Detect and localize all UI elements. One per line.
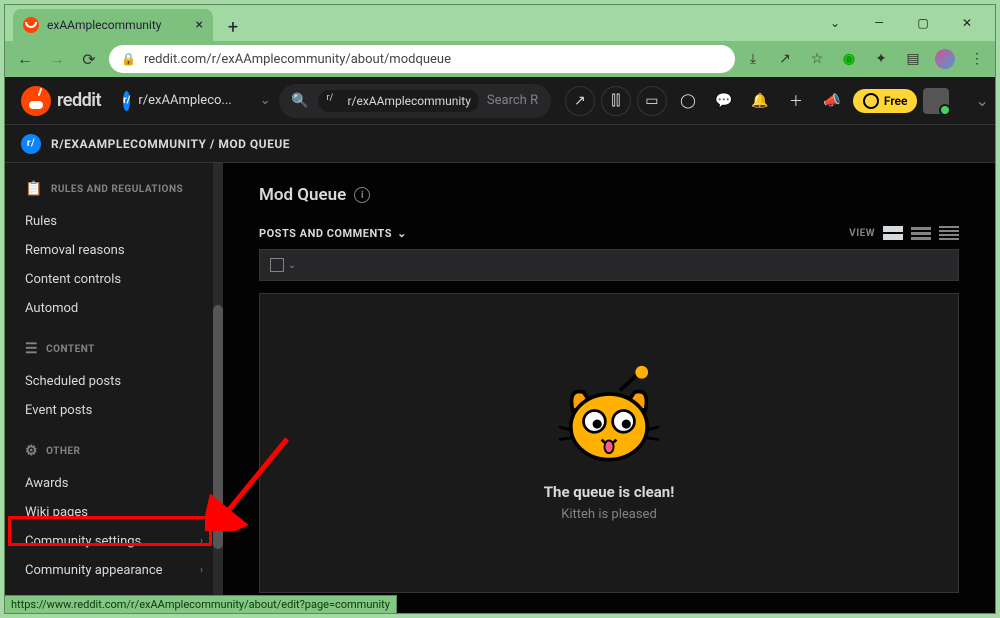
sidebar-section-rules: 📋 RULES AND REGULATIONS (5, 163, 223, 207)
sidebar-item-removal-reasons[interactable]: Removal reasons (5, 236, 223, 265)
section-title: CONTENT (46, 344, 95, 355)
section-title: OTHER (46, 446, 80, 457)
empty-state: The queue is clean! Kitteh is pleased (259, 293, 959, 593)
empty-state-title: The queue is clean! (544, 483, 675, 501)
user-menu[interactable]: ⌄ (923, 88, 988, 114)
address-bar[interactable]: 🔒 reddit.com/r/exAAmplecommunity/about/m… (109, 45, 735, 73)
notifications-icon[interactable]: 🔔 (745, 86, 775, 116)
share-icon[interactable]: ↗ (775, 49, 795, 69)
url-text: reddit.com/r/exAAmplecommunity/about/mod… (144, 52, 451, 67)
browser-menu-icon[interactable]: ⋮ (967, 49, 987, 69)
search-scope-label: r/exAAmplecommunity (347, 94, 470, 108)
community-dropdown[interactable]: r/ r/exAAmpleco... ⌄ (115, 87, 265, 115)
sidebar-item-awards[interactable]: Awards (5, 469, 223, 498)
video-icon[interactable]: ▭ (637, 86, 667, 116)
rules-icon: 📋 (25, 181, 43, 197)
grammarly-ext-icon[interactable]: ◉ (839, 49, 859, 69)
reddit-wordmark: reddit (57, 90, 101, 111)
community-icon: r/ (123, 91, 130, 111)
window-titlebar: exAAmplecommunity × + ⌄ — ▢ ✕ (5, 5, 995, 41)
chevron-down-icon: ⌄ (975, 91, 988, 110)
other-icon: ⚙ (25, 443, 38, 459)
reddit-favicon-icon (23, 17, 39, 33)
stats-icon[interactable]: ⫿⫿ (601, 86, 631, 116)
community-icon: r/ (326, 93, 342, 109)
page-title: Mod Queue i (259, 185, 959, 205)
tab-title: exAAmplecommunity (47, 18, 188, 32)
content-type-filter[interactable]: POSTS AND COMMENTS ⌄ (259, 227, 407, 240)
sidebar-item-automod[interactable]: Automod (5, 294, 223, 323)
view-card-button[interactable] (883, 225, 903, 241)
sidebar-section-other: ⚙ OTHER (5, 425, 223, 469)
lock-icon: 🔒 (121, 52, 136, 66)
view-classic-button[interactable] (911, 225, 931, 241)
page-body: 📋 RULES AND REGULATIONS Rules Removal re… (5, 163, 995, 613)
sidebar-item-content-controls[interactable]: Content controls (5, 265, 223, 294)
reading-list-icon[interactable]: ▤ (903, 49, 923, 69)
new-tab-button[interactable]: + (219, 13, 247, 41)
coin-icon (863, 93, 879, 109)
window-maximize-button[interactable]: ▢ (901, 5, 945, 41)
window-minimize-button[interactable]: — (857, 5, 901, 41)
advertise-icon[interactable]: 📣 (817, 86, 847, 116)
close-tab-icon[interactable]: × (196, 17, 203, 33)
back-button[interactable]: ← (13, 47, 37, 71)
reddit-coins-button[interactable]: Free (853, 89, 918, 113)
chevron-right-icon: › (200, 536, 203, 547)
sidebar-item-event-posts[interactable]: Event posts (5, 396, 223, 425)
browser-status-bar: https://www.reddit.com/r/exAAmplecommuni… (4, 595, 397, 614)
sidebar-item-rules[interactable]: Rules (5, 207, 223, 236)
view-compact-button[interactable] (939, 225, 959, 241)
chevron-down-icon: ⌄ (397, 227, 407, 240)
community-icon: r/ (21, 134, 41, 154)
community-name: r/exAAmpleco... (138, 93, 231, 108)
create-post-icon[interactable]: ＋ (781, 86, 811, 116)
chat-icon[interactable]: 💬 (709, 86, 739, 116)
browser-tab[interactable]: exAAmplecommunity × (13, 9, 213, 41)
free-label: Free (884, 94, 908, 108)
breadcrumb: r/ R/EXAAMPLECOMMUNITY / MOD QUEUE (5, 125, 995, 163)
window-dropdown-icon[interactable]: ⌄ (813, 5, 857, 41)
empty-state-subtitle: Kitteh is pleased (561, 507, 657, 522)
select-all-checkbox[interactable] (270, 258, 284, 272)
reddit-mark-icon (21, 86, 51, 116)
sidebar-item-community-settings[interactable]: Community settings› (5, 527, 223, 556)
popular-icon[interactable]: ↗ (565, 86, 595, 116)
breadcrumb-text: R/EXAAMPLECOMMUNITY / MOD QUEUE (51, 137, 290, 151)
sidebar-item-community-appearance[interactable]: Community appearance› (5, 556, 223, 585)
bulk-select-bar: ⌄ (259, 249, 959, 281)
chevron-down-icon: ⌄ (260, 93, 271, 108)
search-scope-pill[interactable]: r/ r/exAAmplecommunity (318, 90, 478, 112)
chevron-right-icon: › (200, 565, 203, 576)
extensions-icon[interactable]: ✦ (871, 49, 891, 69)
forward-button: → (45, 47, 69, 71)
user-avatar-icon (923, 88, 949, 114)
window-close-button[interactable]: ✕ (945, 5, 989, 41)
search-bar[interactable]: 🔍 r/ r/exAAmplecommunity (279, 84, 551, 118)
browser-toolbar: ← → ⟳ 🔒 reddit.com/r/exAAmplecommunity/a… (5, 41, 995, 77)
install-app-icon[interactable]: ⤓ (743, 49, 763, 69)
content-icon: ☰ (25, 341, 38, 357)
main-content: Mod Queue i POSTS AND COMMENTS ⌄ VIEW ⌄ (223, 163, 995, 613)
reddit-logo[interactable]: reddit (21, 86, 101, 116)
search-icon: 🔍 (291, 93, 308, 109)
kitteh-mascot-icon (554, 365, 664, 465)
sidebar-item-scheduled-posts[interactable]: Scheduled posts (5, 367, 223, 396)
moderation-shield-icon[interactable]: ◯ (673, 86, 703, 116)
chevron-down-icon[interactable]: ⌄ (288, 260, 296, 271)
scrollbar-thumb[interactable] (213, 305, 223, 549)
reload-button[interactable]: ⟳ (77, 47, 101, 71)
view-label: VIEW (849, 228, 875, 239)
profile-ext-icon[interactable] (935, 49, 955, 69)
bookmark-icon[interactable]: ☆ (807, 49, 827, 69)
info-icon[interactable]: i (354, 187, 370, 203)
section-title: RULES AND REGULATIONS (51, 184, 183, 195)
sidebar-item-wiki-pages[interactable]: Wiki pages (5, 498, 223, 527)
mod-sidebar: 📋 RULES AND REGULATIONS Rules Removal re… (5, 163, 223, 613)
sidebar-section-content: ☰ CONTENT (5, 323, 223, 367)
search-input[interactable] (487, 93, 547, 108)
reddit-header: reddit r/ r/exAAmpleco... ⌄ 🔍 r/ r/exAAm… (5, 77, 995, 125)
